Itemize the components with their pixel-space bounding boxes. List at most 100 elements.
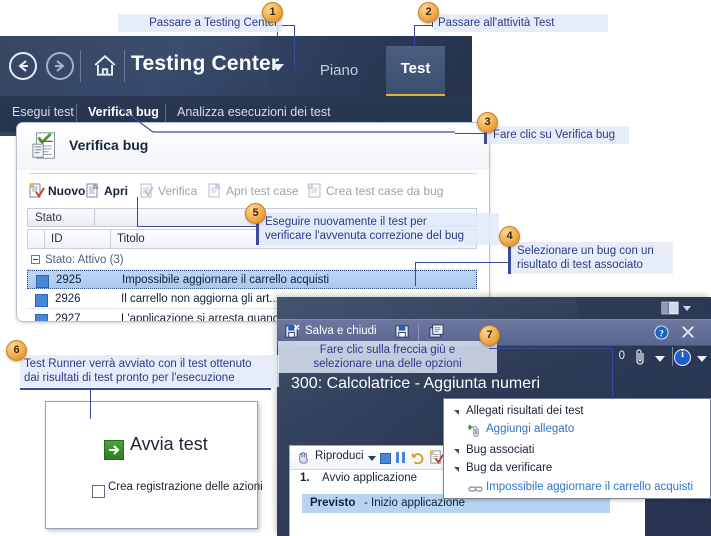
subnav-divider-1 (76, 104, 77, 122)
chevron-down-icon[interactable] (272, 64, 284, 71)
callout-leader-6v (90, 389, 91, 419)
column-header-id[interactable]: ID (45, 229, 111, 249)
verify-bug-icon (140, 183, 154, 198)
callout-leader-2v (414, 25, 415, 50)
bug-status-icon (35, 314, 48, 321)
callout-leader-3h (455, 133, 485, 134)
dropdown-label: Allegati risultati dei test (466, 405, 584, 417)
callout-badge-5: 5 (245, 203, 266, 224)
step-text: Avvio applicazione (322, 472, 418, 484)
toolbar-label: Verifica (158, 184, 198, 198)
callout-leader-3-line (114, 103, 455, 133)
start-test-button[interactable]: Avvia test (130, 434, 208, 455)
runner-titlebar (277, 297, 711, 319)
tab-piano[interactable]: Piano (308, 46, 370, 96)
forward-arrow-icon[interactable] (46, 52, 74, 80)
callout-leader-7v (612, 348, 613, 399)
bug-title: Impossibile aggiornare il carrello acqui… (122, 274, 330, 286)
triangle-collapse-icon[interactable] (454, 467, 459, 472)
callout-text-7: Fare clic sulla freccia giù e selezionar… (278, 341, 497, 373)
link-icon (468, 486, 483, 492)
create-bug-icon[interactable] (429, 450, 444, 465)
table-row[interactable]: 2925 Impossibile aggiornare il carrello … (27, 270, 477, 289)
callout-text-3: Fare clic su Verifica bug (484, 126, 629, 144)
stop-icon[interactable] (380, 453, 391, 464)
expected-label: Previsto (310, 497, 356, 509)
group-by-field-stato[interactable]: Stato (27, 208, 95, 227)
toolbar-label: Apri test case (226, 184, 299, 198)
open-document-icon (208, 183, 222, 198)
create-testcase-icon (307, 183, 321, 198)
navbar-divider-2 (124, 50, 125, 82)
attachment-count: 0 (618, 350, 625, 362)
navbar-divider-1 (80, 50, 81, 82)
save-and-close-icon (285, 324, 300, 338)
callout-badge-1: 1 (262, 2, 283, 23)
open-document-icon (86, 183, 100, 198)
callout-badge-6: 6 (6, 340, 27, 361)
help-icon[interactable]: ? (654, 325, 669, 340)
paperclip-icon[interactable] (633, 348, 647, 366)
callout-leader-4h (415, 262, 508, 263)
tab-test[interactable]: Test (386, 46, 445, 98)
save-and-close-label: Salva e chiudi (305, 325, 377, 337)
toolbar-label: Nuovo (48, 184, 86, 198)
dropdown-label: Impossibile aggiornare il carrello acqui… (486, 481, 694, 493)
attachment-bar-divider (672, 347, 673, 366)
refresh-icon[interactable] (429, 324, 444, 339)
start-test-card: Avvia test Crea registrazione delle azio… (45, 401, 263, 529)
triangle-collapse-icon[interactable] (454, 410, 459, 415)
bug-title: Il carrello non aggiorna gli art... (121, 293, 279, 305)
pause-icon[interactable] (396, 452, 405, 463)
attachments-dropdown-menu: Allegati risultati dei test Aggiungi all… (443, 398, 711, 499)
testing-center-navbar: Testing Center Piano Test (0, 36, 472, 98)
chevron-down-icon[interactable] (697, 356, 707, 362)
create-action-recording-checkbox[interactable] (92, 485, 105, 498)
create-action-recording-label: Crea registrazione delle azioni (108, 481, 263, 493)
panel-divider (29, 173, 477, 174)
step-number: 1. (300, 472, 310, 484)
column-header-icon[interactable] (27, 229, 45, 249)
chevron-down-icon[interactable] (368, 456, 376, 461)
chevron-down-icon[interactable] (683, 306, 691, 311)
info-icon[interactable] (674, 349, 691, 366)
triangle-collapse-icon[interactable] (454, 449, 459, 454)
close-icon[interactable] (681, 325, 695, 339)
bug-toolbar: Nuovo Apri Verifica Apri test case Crea … (17, 180, 489, 204)
bug-id: 2927 (55, 313, 81, 322)
start-test-arrow-icon[interactable] (104, 440, 124, 460)
runner-test-title: 300: Calcolatrice - Aggiunta numeri (291, 375, 541, 392)
toolbar-label: Apri (104, 184, 128, 198)
bug-status-icon (36, 275, 49, 288)
bug-title: L'applicazione si arresta quando... (121, 313, 296, 322)
callout-text-6: Test Runner verrà avviato con il test ot… (20, 355, 279, 387)
save-icon[interactable] (395, 324, 410, 339)
callout-badge-2: 2 (418, 2, 439, 23)
bug-status-icon (35, 294, 48, 307)
chevron-down-icon[interactable] (655, 356, 665, 362)
home-icon[interactable] (92, 53, 118, 79)
callout-badge-7: 7 (479, 325, 500, 346)
dropdown-label: Aggiungi allegato (486, 423, 575, 435)
callout-text-1: Passare a Testing Center (118, 14, 282, 32)
dropdown-label: Bug associati (466, 444, 535, 456)
group-row-stato-attivo[interactable]: Stato: Attivo (3) (27, 251, 477, 270)
callout-leader-2h (414, 25, 433, 26)
play-hand-icon[interactable] (297, 450, 312, 465)
app-title: Testing Center (131, 52, 280, 75)
undo-icon[interactable] (411, 451, 424, 464)
subnav-item-esegui-test[interactable]: Esegui test (12, 105, 74, 119)
screenshot-root: Testing Center Piano Test Esegui test Ve… (0, 0, 711, 536)
group-row-label: Stato: Attivo (3) (45, 254, 124, 266)
callout-leader-4v (415, 262, 416, 286)
layout-panes-icon[interactable] (661, 301, 679, 315)
callout-text-5: Eseguire nuovamente il test per verifica… (256, 213, 499, 245)
back-arrow-icon[interactable] (9, 52, 37, 80)
callout-text-2: Passare all'attività Test (434, 14, 608, 32)
playback-label: Riproduci (315, 450, 364, 462)
bug-id: 2926 (55, 293, 81, 305)
callout-leader-5h (137, 226, 257, 227)
collapse-icon[interactable] (31, 255, 40, 264)
panel-title: Verifica bug (69, 137, 149, 153)
bug-id: 2925 (56, 274, 82, 286)
